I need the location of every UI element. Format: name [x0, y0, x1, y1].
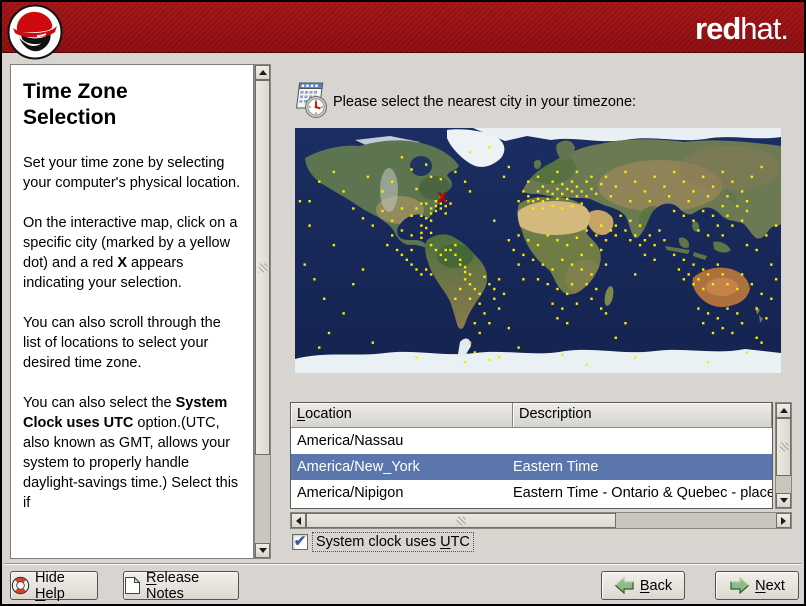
help-scrollbar-track[interactable] — [255, 455, 270, 543]
utc-checkbox[interactable]: ✔ — [292, 534, 308, 550]
prompt-row: Please select the nearest city in your t… — [289, 80, 789, 120]
grip-icon — [779, 442, 788, 452]
button-label: Next — [755, 577, 785, 594]
utc-checkbox-row[interactable]: ✔ System clock uses UTC — [292, 532, 474, 552]
horizontal-scrollbar-track[interactable] — [616, 513, 776, 528]
cell-location: America/Nipigon — [297, 485, 404, 501]
table-row[interactable]: America/Nassau — [291, 428, 772, 454]
next-button[interactable]: Next — [715, 571, 799, 600]
arrow-left-icon — [296, 516, 301, 525]
button-label: Hide Help — [35, 569, 65, 602]
help-paragraph: On the interactive map, click on a speci… — [23, 215, 238, 291]
cell-location: America/New_York — [297, 459, 420, 475]
timezone-list: Location Description America/Nassau Amer… — [290, 402, 773, 509]
redhat-banner — [2, 2, 804, 53]
cell-location: America/Nassau — [297, 433, 404, 449]
help-panel: Time Zone Selection Set your time zone b… — [10, 64, 272, 559]
timezone-table: Location Description America/Nassau Amer… — [290, 402, 792, 509]
table-row[interactable]: America/New_York Eastern Time — [291, 454, 772, 480]
horizontal-scrollbar-thumb[interactable] — [306, 513, 616, 528]
help-paragraph: You can also scroll through the list of … — [23, 315, 221, 371]
arrow-right-icon — [781, 516, 786, 525]
document-icon — [125, 576, 141, 594]
button-label: Release Notes — [146, 569, 200, 602]
table-scrollbar-track[interactable] — [776, 476, 791, 493]
table-row[interactable]: America/Nipigon Eastern Time - Ontario &… — [291, 480, 772, 506]
cell-description: Eastern Time — [513, 459, 599, 475]
arrow-up-icon — [258, 70, 267, 75]
cell-description: Eastern Time - Ontario & Quebec - places… — [513, 485, 772, 501]
redhat-wordmark: redhat. — [695, 11, 789, 46]
scroll-left-button[interactable] — [291, 513, 306, 528]
help-text-area: Time Zone Selection Set your time zone b… — [10, 64, 254, 559]
next-arrow-icon — [730, 577, 750, 594]
back-arrow-icon — [614, 577, 634, 594]
arrow-down-icon — [779, 498, 788, 503]
calendar-clock-icon — [296, 82, 327, 118]
grip-icon — [456, 516, 466, 525]
help-title: Time Zone Selection — [23, 80, 128, 129]
column-header-location[interactable]: Location — [291, 403, 513, 428]
scroll-up-button[interactable] — [255, 65, 270, 80]
lifebuoy-icon — [11, 576, 30, 595]
help-paragraph: You can also select the System Clock use… — [23, 395, 239, 511]
selected-city-marker: X — [438, 190, 447, 205]
installer-window: redhat. Time Zone Selection Set your tim… — [0, 0, 806, 606]
help-paragraph: Set your time zone by selecting your com… — [23, 155, 241, 191]
scroll-up-button[interactable] — [776, 403, 791, 418]
prompt-text: Please select the nearest city in your t… — [333, 94, 637, 110]
arrow-up-icon — [779, 408, 788, 413]
table-horizontal-scrollbar[interactable] — [290, 512, 792, 529]
column-header-description[interactable]: Description — [513, 403, 772, 428]
redhat-shadowman-logo — [7, 4, 63, 60]
table-scrollbar[interactable] — [775, 402, 792, 509]
help-scrollbar[interactable] — [254, 64, 271, 559]
scroll-down-button[interactable] — [255, 543, 270, 558]
scroll-right-button[interactable] — [776, 513, 791, 528]
button-label: Back — [639, 577, 673, 594]
release-notes-button[interactable]: Release Notes — [123, 569, 239, 602]
timezone-world-map[interactable]: X — [295, 128, 781, 373]
arrow-down-icon — [258, 548, 267, 553]
hide-help-button[interactable]: Hide Help — [10, 569, 98, 602]
scroll-down-button[interactable] — [776, 493, 791, 508]
grip-icon — [258, 263, 267, 272]
footer-separator — [4, 563, 802, 565]
back-button[interactable]: Back — [601, 571, 685, 600]
utc-checkbox-label[interactable]: System clock uses UTC — [312, 532, 474, 552]
table-scrollbar-thumb[interactable] — [776, 418, 791, 476]
table-header-row: Location Description — [291, 403, 772, 428]
help-scrollbar-thumb[interactable] — [255, 80, 270, 455]
